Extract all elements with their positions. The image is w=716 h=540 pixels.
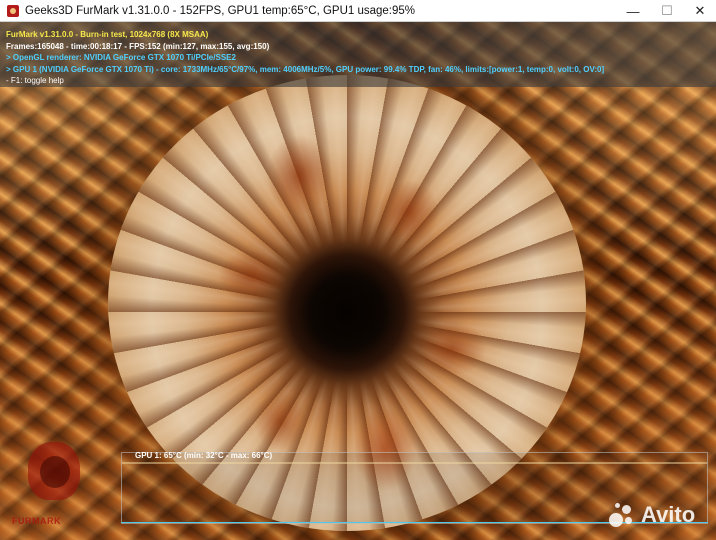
furmark-logo-watermark: FURMARK bbox=[10, 434, 110, 530]
hud-title-line: FurMark v1.31.0.0 - Burn-in test, 1024x7… bbox=[6, 30, 209, 39]
furmark-window: Geeks3D FurMark v1.31.0.0 - 152FPS, GPU1… bbox=[0, 0, 716, 540]
avito-watermark: Avito bbox=[609, 500, 695, 530]
title-bar[interactable]: Geeks3D FurMark v1.31.0.0 - 152FPS, GPU1… bbox=[0, 0, 716, 22]
hud-gpu-line: > GPU 1 (NVIDIA GeForce GTX 1070 Ti) - c… bbox=[6, 65, 605, 74]
hud-renderer-line: > OpenGL renderer: NVIDIA GeForce GTX 10… bbox=[6, 53, 236, 62]
minimize-button[interactable]: — bbox=[616, 0, 650, 22]
furmark-watermark-text: FURMARK bbox=[12, 516, 61, 526]
close-button[interactable]: ✕ bbox=[684, 0, 716, 22]
maximize-button[interactable]: ☐ bbox=[650, 0, 684, 22]
hud-overlay: FurMark v1.31.0.0 - Burn-in test, 1024x7… bbox=[0, 22, 716, 87]
furmark-app-icon bbox=[7, 4, 19, 17]
avito-watermark-text: Avito bbox=[641, 502, 696, 527]
avito-dots-icon bbox=[609, 501, 637, 529]
window-title: Geeks3D FurMark v1.31.0.0 - 152FPS, GPU1… bbox=[25, 4, 416, 17]
hud-help-line: - F1: toggle help bbox=[6, 76, 64, 85]
render-viewport[interactable]: FurMark v1.31.0.0 - Burn-in test, 1024x7… bbox=[0, 22, 716, 540]
hud-stats-line: Frames:165048 - time:00:18:17 - FPS:152 … bbox=[6, 42, 270, 51]
